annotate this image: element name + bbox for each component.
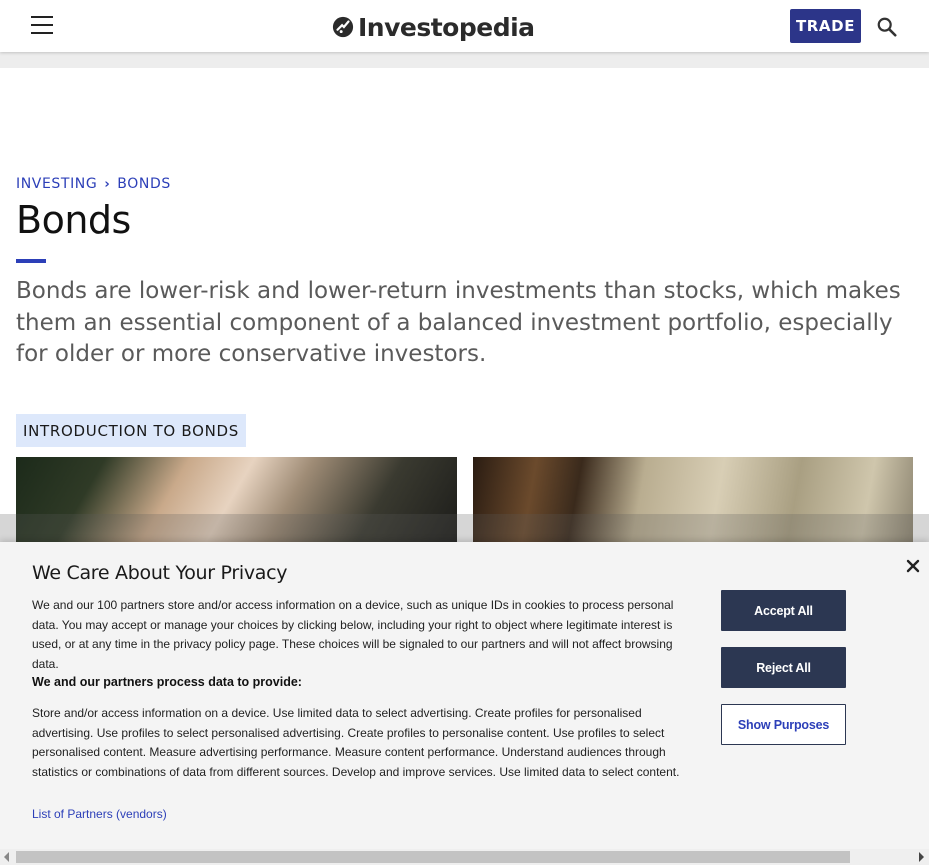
scroll-right-arrow-icon[interactable] [919,852,924,862]
privacy-title: We Care About Your Privacy [32,562,288,584]
accept-all-button[interactable]: Accept All [721,590,846,631]
privacy-subheading: We and our partners process data to prov… [32,675,302,689]
menu-icon[interactable] [31,16,53,36]
reject-all-button[interactable]: Reject All [721,647,846,688]
breadcrumb-bonds[interactable]: BONDS [117,176,171,192]
breadcrumb-investing[interactable]: INVESTING [16,176,97,192]
partners-link[interactable]: List of Partners (vendors) [32,807,167,821]
privacy-purposes-text: Store and/or access information on a dev… [32,706,680,779]
page-intro: Bonds are lower-risk and lower-return in… [16,278,901,367]
show-purposes-button[interactable]: Show Purposes [721,704,846,745]
privacy-description: We and our 100 partners store and/or acc… [32,598,674,671]
page-title: Bonds [16,198,131,242]
chevron-right-icon: › [104,176,111,192]
scroll-left-arrow-icon[interactable] [4,852,9,862]
ad-placeholder [0,52,929,68]
close-icon[interactable] [905,558,921,574]
breadcrumb: INVESTING › BONDS [16,176,171,192]
trade-button[interactable]: TRADE [790,9,861,43]
privacy-banner: We Care About Your Privacy We and our 10… [0,542,929,865]
section-tag[interactable]: INTRODUCTION TO BONDS [16,414,246,447]
search-icon[interactable] [876,16,898,38]
investopedia-logo-icon [332,16,354,38]
logo-text: Investopedia [358,12,535,42]
scrollbar-thumb[interactable] [16,851,850,863]
site-header: Investopedia TRADE [0,0,929,52]
title-underline [16,259,46,263]
horizontal-scrollbar[interactable] [0,849,929,865]
site-logo[interactable]: Investopedia [332,11,535,43]
